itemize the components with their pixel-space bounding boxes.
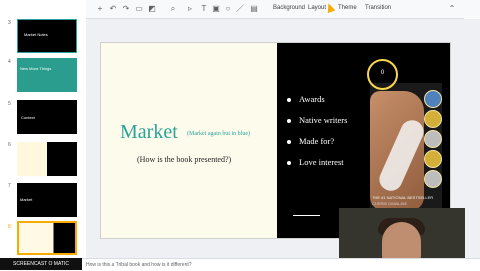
slide-thumbnail-current[interactable]: [17, 221, 77, 255]
editor-toolbar: + ↶ ↷ ▭ ◩ ⌕ ▹ T ▣ ○ ／ ▤ Background Layou…: [86, 0, 480, 19]
thumb-title: Market: [20, 197, 33, 202]
layout-menu[interactable]: Layout: [308, 4, 326, 13]
slide-subtitle[interactable]: (Market again but in blue): [187, 131, 250, 137]
transition-menu[interactable]: Transition: [365, 4, 391, 13]
award-seal-icon: [424, 110, 442, 128]
recording-watermark: SCREENCAST O MATIC: [0, 258, 82, 270]
bullet-item[interactable]: Native writers: [287, 115, 347, 125]
bullet-dot-icon: [287, 98, 291, 103]
comment-icon[interactable]: ▤: [250, 4, 258, 13]
bullet-dot-icon: [287, 140, 291, 145]
cover-author: CHERIE DIMALINE: [372, 201, 408, 206]
slide-number: 8: [8, 224, 11, 230]
shape-icon[interactable]: ○: [224, 4, 232, 13]
print-icon[interactable]: ▭: [135, 4, 143, 13]
slide-panel[interactable]: 3 Market Notes 4 New Mora Things 5 Conte…: [0, 0, 87, 258]
slide-number: 5: [8, 101, 11, 107]
thumb-title: Context: [21, 115, 35, 120]
slide-thumbnail[interactable]: New Mora Things: [17, 58, 77, 92]
line-icon[interactable]: ／: [236, 4, 244, 13]
slide-number: 7: [8, 183, 11, 189]
slide-number: 4: [8, 59, 11, 65]
bullet-dot-icon: [287, 119, 291, 124]
speaker-notes[interactable]: How is this a Tribal book and how is it …: [86, 262, 386, 268]
slide-number: 3: [8, 20, 11, 26]
slide-number: 6: [8, 142, 11, 148]
bullet-item[interactable]: Awards: [287, 94, 325, 104]
add-icon[interactable]: +: [96, 4, 104, 13]
slide-question[interactable]: (How is the book presented?): [137, 155, 231, 164]
image-icon[interactable]: ▣: [212, 4, 220, 13]
cover-tagline: THE #1 NATIONAL BESTSELLER: [372, 195, 434, 200]
bullet-item[interactable]: Love interest: [287, 157, 344, 167]
textbox-icon[interactable]: T: [200, 4, 208, 13]
bullet-dot-icon: [287, 161, 291, 166]
mouse-cursor-icon: [324, 1, 336, 14]
background-menu[interactable]: Background: [273, 4, 305, 13]
paint-format-icon[interactable]: ◩: [148, 4, 156, 13]
slide-thumbnail[interactable]: Market Notes: [17, 19, 77, 53]
slide-thumbnail[interactable]: Context: [17, 100, 77, 134]
award-seal-icon: [424, 170, 442, 188]
slide-line-divider: [293, 215, 320, 216]
thumb-title: New Mora Things: [20, 66, 52, 71]
slide-thumbnail[interactable]: Market: [17, 183, 77, 217]
redo-icon[interactable]: ↷: [122, 4, 130, 13]
award-seal-icon: [424, 130, 442, 148]
click-count: 0: [380, 70, 385, 76]
thumb-title: Market Notes: [24, 32, 48, 37]
zoom-icon[interactable]: ⌕: [169, 4, 177, 13]
undo-icon[interactable]: ↶: [109, 4, 117, 13]
slide-thumbnail[interactable]: [17, 142, 77, 176]
click-highlight: 0: [367, 59, 398, 90]
theme-menu[interactable]: Theme: [338, 4, 357, 13]
chevron-up-icon[interactable]: ⌃: [448, 4, 456, 13]
award-seal-icon: [424, 90, 442, 108]
select-icon[interactable]: ▹: [186, 4, 194, 13]
award-seal-icon: [424, 150, 442, 168]
slide-title[interactable]: Market: [120, 121, 178, 143]
bullet-item[interactable]: Made for?: [287, 136, 334, 146]
